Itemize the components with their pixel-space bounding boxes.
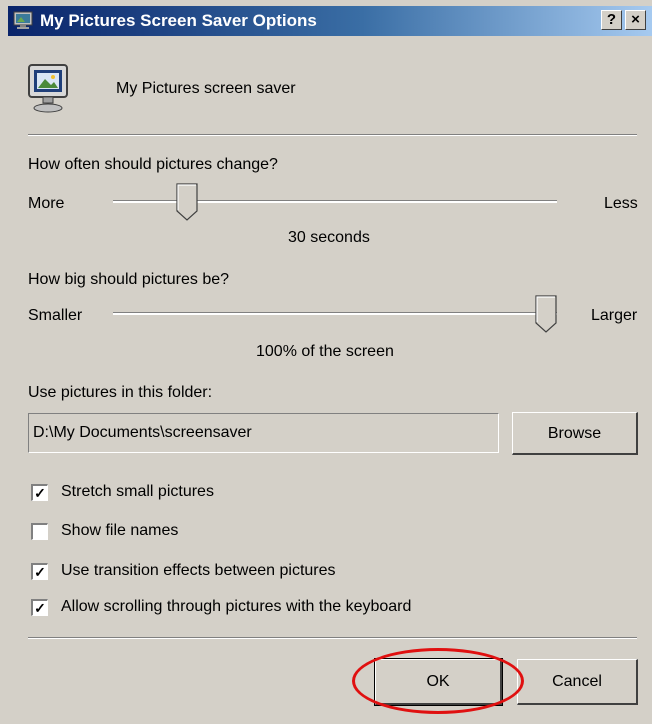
size-max-label: Larger [591, 307, 638, 324]
monitor-icon [13, 11, 33, 29]
screensaver-monitor-icon [28, 64, 68, 113]
stretch-small-pictures-checkbox[interactable]: ✓ [31, 484, 48, 501]
cancel-button[interactable]: Cancel [517, 659, 638, 705]
ok-button[interactable]: OK [374, 658, 503, 706]
size-slider-track[interactable] [113, 312, 557, 315]
help-button[interactable]: ? [601, 10, 622, 30]
size-slider-thumb[interactable] [535, 295, 557, 333]
folder-path-input[interactable] [28, 413, 499, 453]
stretch-small-pictures-label[interactable]: Stretch small pictures [61, 483, 214, 501]
top-divider [28, 134, 637, 136]
change-max-label: Less [604, 195, 638, 212]
keyboard-scrolling-checkbox[interactable]: ✓ [31, 599, 48, 616]
keyboard-scrolling-label[interactable]: Allow scrolling through pictures with th… [61, 598, 411, 616]
show-file-names-label[interactable]: Show file names [61, 522, 178, 540]
window-title: My Pictures Screen Saver Options [40, 11, 317, 30]
screensaver-description: My Pictures screen saver [116, 80, 296, 97]
folder-label: Use pictures in this folder: [28, 384, 213, 401]
size-question: How big should pictures be? [28, 271, 230, 288]
title-bar[interactable]: My Pictures Screen Saver Options ? × [8, 6, 652, 36]
transition-effects-checkbox[interactable]: ✓ [31, 563, 48, 580]
close-button[interactable]: × [625, 10, 646, 30]
change-value-text: 30 seconds [288, 229, 370, 246]
bottom-divider [28, 637, 637, 639]
change-min-label: More [28, 195, 65, 212]
size-value-text: 100% of the screen [256, 343, 394, 360]
change-slider-thumb[interactable] [176, 183, 198, 221]
browse-button[interactable]: Browse [512, 412, 638, 455]
transition-effects-label[interactable]: Use transition effects between pictures [61, 562, 336, 580]
screensaver-options-dialog: My Pictures Screen Saver Options ? × My … [0, 0, 652, 724]
change-frequency-question: How often should pictures change? [28, 156, 278, 173]
show-file-names-checkbox[interactable] [31, 523, 48, 540]
size-min-label: Smaller [28, 307, 83, 324]
